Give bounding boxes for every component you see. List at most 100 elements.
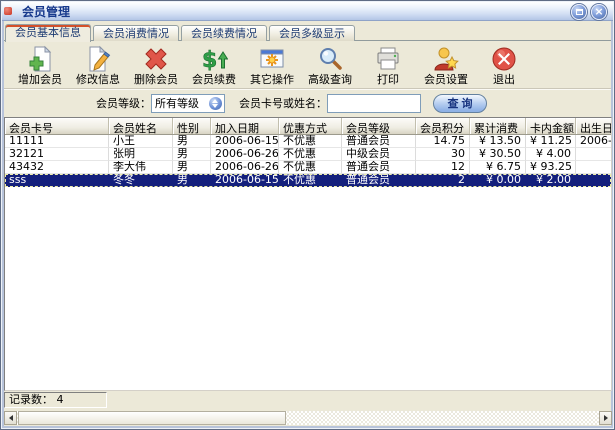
table-cell: 李大伟 [109, 161, 173, 174]
restore-button[interactable] [571, 4, 587, 20]
tab-member-renewal[interactable]: 会员续费情况 [181, 25, 267, 41]
svg-text:$: $ [202, 48, 217, 73]
column-header[interactable]: 会员等级 [342, 118, 416, 134]
table-cell: 2006-06-26 [211, 161, 279, 174]
scroll-right-button[interactable] [599, 411, 612, 425]
toolbar-label: 增加会员 [18, 73, 62, 86]
column-header[interactable]: 出生日期 [576, 118, 612, 134]
print-button[interactable]: 打印 [359, 43, 417, 88]
app-icon [4, 7, 12, 15]
record-count-label: 记录数： [9, 393, 53, 406]
add-member-icon [26, 44, 54, 73]
table-cell: 2006-0 [576, 135, 612, 148]
toolbar-label: 删除会员 [134, 73, 178, 86]
app-window: 会员管理 × 会员基本信息 会员消费情况 会员续费情况 会员多级显示 [0, 0, 615, 430]
table-cell: 不优惠 [279, 135, 342, 148]
table-cell: 不优惠 [279, 161, 342, 174]
scroll-left-button[interactable] [4, 411, 17, 425]
member-level-label: 会员等级： [96, 95, 151, 111]
other-operations-icon [258, 44, 286, 73]
toolbar-label: 修改信息 [76, 73, 120, 86]
table-cell: 2006-06-26 [211, 148, 279, 161]
table-row[interactable]: 32121 张明 男 2006-06-26 不优惠 中级会员 30 ¥ 30.5… [5, 148, 611, 161]
column-header[interactable]: 会员积分 [416, 118, 470, 134]
exit-icon [490, 44, 518, 73]
table-cell: 2006-06-15 [211, 135, 279, 148]
delete-member-icon [142, 44, 170, 73]
close-icon: × [594, 5, 603, 19]
delete-member-button[interactable]: 删除会员 [127, 43, 185, 88]
column-header[interactable]: 累计消费 [470, 118, 526, 134]
table-cell: 12 [416, 161, 470, 174]
table-cell: 小王 [109, 135, 173, 148]
window-content: 会员基本信息 会员消费情况 会员续费情况 会员多级显示 增加会员 [4, 21, 611, 426]
table-cell: 张明 [109, 148, 173, 161]
table-cell: ¥ 0.00 [470, 174, 526, 187]
edit-info-button[interactable]: 修改信息 [69, 43, 127, 88]
scrollbar-thumb[interactable] [18, 411, 286, 425]
table-cell: 普通会员 [342, 161, 416, 174]
card-or-name-label: 会员卡号或姓名： [239, 95, 327, 111]
combo-spinner-icon[interactable] [209, 97, 222, 110]
tab-member-consumption[interactable]: 会员消费情况 [93, 25, 179, 41]
table-cell: 2 [416, 174, 470, 187]
advanced-search-button[interactable]: 高级查询 [301, 43, 359, 88]
table-cell: 2006-06-15 [211, 174, 279, 187]
table-cell: ¥ 11.25 [526, 135, 576, 148]
titlebar[interactable]: 会员管理 × [2, 2, 613, 21]
member-level-value: 所有等级 [155, 95, 199, 111]
tab-member-basic-info[interactable]: 会员基本信息 [5, 24, 91, 42]
table-cell: sss [5, 174, 109, 187]
scroll-left-icon [6, 415, 13, 421]
table-cell: 不优惠 [279, 174, 342, 187]
column-header[interactable]: 会员姓名 [109, 118, 173, 134]
member-level-select[interactable]: 所有等级 [151, 94, 225, 113]
table-cell: 30 [416, 148, 470, 161]
table-cell: 43432 [5, 161, 109, 174]
print-icon [374, 44, 402, 73]
table-cell: 男 [173, 148, 211, 161]
table-row[interactable]: 43432 李大伟 男 2006-06-26 不优惠 普通会员 12 ¥ 6.7… [5, 161, 611, 174]
table-cell [576, 148, 612, 161]
window-title: 会员管理 [22, 4, 70, 20]
member-settings-button[interactable]: 会员设置 [417, 43, 475, 88]
column-header[interactable]: 卡内金额 [526, 118, 576, 134]
table-cell: 普通会员 [342, 174, 416, 187]
table-row[interactable]: 11111 小王 男 2006-06-15 不优惠 普通会员 14.75 ¥ 1… [5, 135, 611, 148]
toolbar-label: 会员续费 [192, 73, 236, 86]
table-cell: 14.75 [416, 135, 470, 148]
horizontal-scrollbar[interactable] [4, 411, 612, 425]
toolbar-label: 退出 [493, 73, 515, 86]
table-cell [576, 174, 612, 187]
renew-member-button[interactable]: $ 会员续费 [185, 43, 243, 88]
record-count-panel: 记录数： 4 [4, 392, 107, 408]
toolbar: 增加会员 修改信息 删 [4, 40, 611, 89]
other-operations-button[interactable]: 其它操作 [243, 43, 301, 88]
member-table: 会员卡号 会员姓名 性别 加入日期 优惠方式 会员等级 会员积分 累计消费 卡内… [4, 117, 612, 391]
toolbar-label: 打印 [377, 73, 399, 86]
table-cell: 中级会员 [342, 148, 416, 161]
table-cell: 男 [173, 174, 211, 187]
table-cell: 男 [173, 135, 211, 148]
query-button[interactable]: 查询 [433, 94, 487, 113]
add-member-button[interactable]: 增加会员 [11, 43, 69, 88]
toolbar-label: 高级查询 [308, 73, 352, 86]
table-cell: ¥ 2.00 [526, 174, 576, 187]
table-cell [576, 161, 612, 174]
exit-button[interactable]: 退出 [475, 43, 533, 88]
table-row[interactable]: sss 冬冬 男 2006-06-15 不优惠 普通会员 2 ¥ 0.00 ¥ … [5, 174, 611, 187]
close-button[interactable]: × [591, 4, 607, 20]
column-header[interactable]: 会员卡号 [5, 118, 109, 134]
table-cell: 不优惠 [279, 148, 342, 161]
tab-member-multilevel[interactable]: 会员多级显示 [269, 25, 355, 41]
search-input[interactable] [327, 94, 421, 113]
toolbar-label: 其它操作 [250, 73, 294, 86]
column-header[interactable]: 加入日期 [211, 118, 279, 134]
renew-member-icon: $ [200, 44, 228, 73]
table-cell: ¥ 6.75 [470, 161, 526, 174]
restore-icon [576, 9, 583, 15]
column-header[interactable]: 优惠方式 [279, 118, 342, 134]
table-cell: 11111 [5, 135, 109, 148]
table-cell: 冬冬 [109, 174, 173, 187]
column-header[interactable]: 性别 [173, 118, 211, 134]
